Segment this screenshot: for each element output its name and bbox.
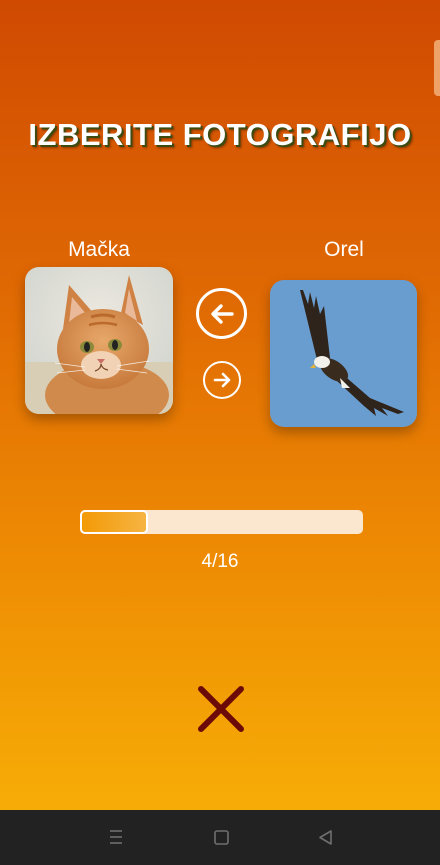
progress-bar-fill bbox=[80, 510, 148, 534]
home-button[interactable] bbox=[207, 824, 235, 852]
left-option-label: Mačka bbox=[68, 238, 130, 261]
progress-counter: 4/16 bbox=[201, 551, 239, 572]
eagle-photo[interactable] bbox=[270, 280, 417, 427]
close-x-icon bbox=[198, 686, 244, 732]
cat-image bbox=[25, 267, 173, 414]
choose-left-button[interactable] bbox=[196, 288, 247, 339]
arrow-left-icon bbox=[210, 303, 234, 324]
arrow-right-icon bbox=[213, 372, 231, 388]
home-square-icon bbox=[214, 830, 229, 845]
choose-right-button[interactable] bbox=[203, 361, 241, 399]
system-navigation-bar bbox=[0, 810, 440, 865]
cat-photo[interactable] bbox=[25, 267, 173, 414]
menu-button[interactable] bbox=[102, 824, 130, 852]
edge-handle[interactable] bbox=[434, 40, 440, 96]
right-option-label: Orel bbox=[324, 238, 364, 261]
back-triangle-icon bbox=[319, 830, 332, 845]
menu-icon bbox=[110, 830, 122, 844]
back-button[interactable] bbox=[312, 824, 340, 852]
close-button[interactable] bbox=[194, 682, 248, 736]
page-title: IZBERITE FOTOGRAFIJO bbox=[28, 117, 412, 152]
game-screen: IZBERITE FOTOGRAFIJO Mačka Orel 4/16 bbox=[0, 0, 440, 810]
progress-bar bbox=[80, 510, 363, 534]
eagle-image bbox=[270, 280, 417, 427]
